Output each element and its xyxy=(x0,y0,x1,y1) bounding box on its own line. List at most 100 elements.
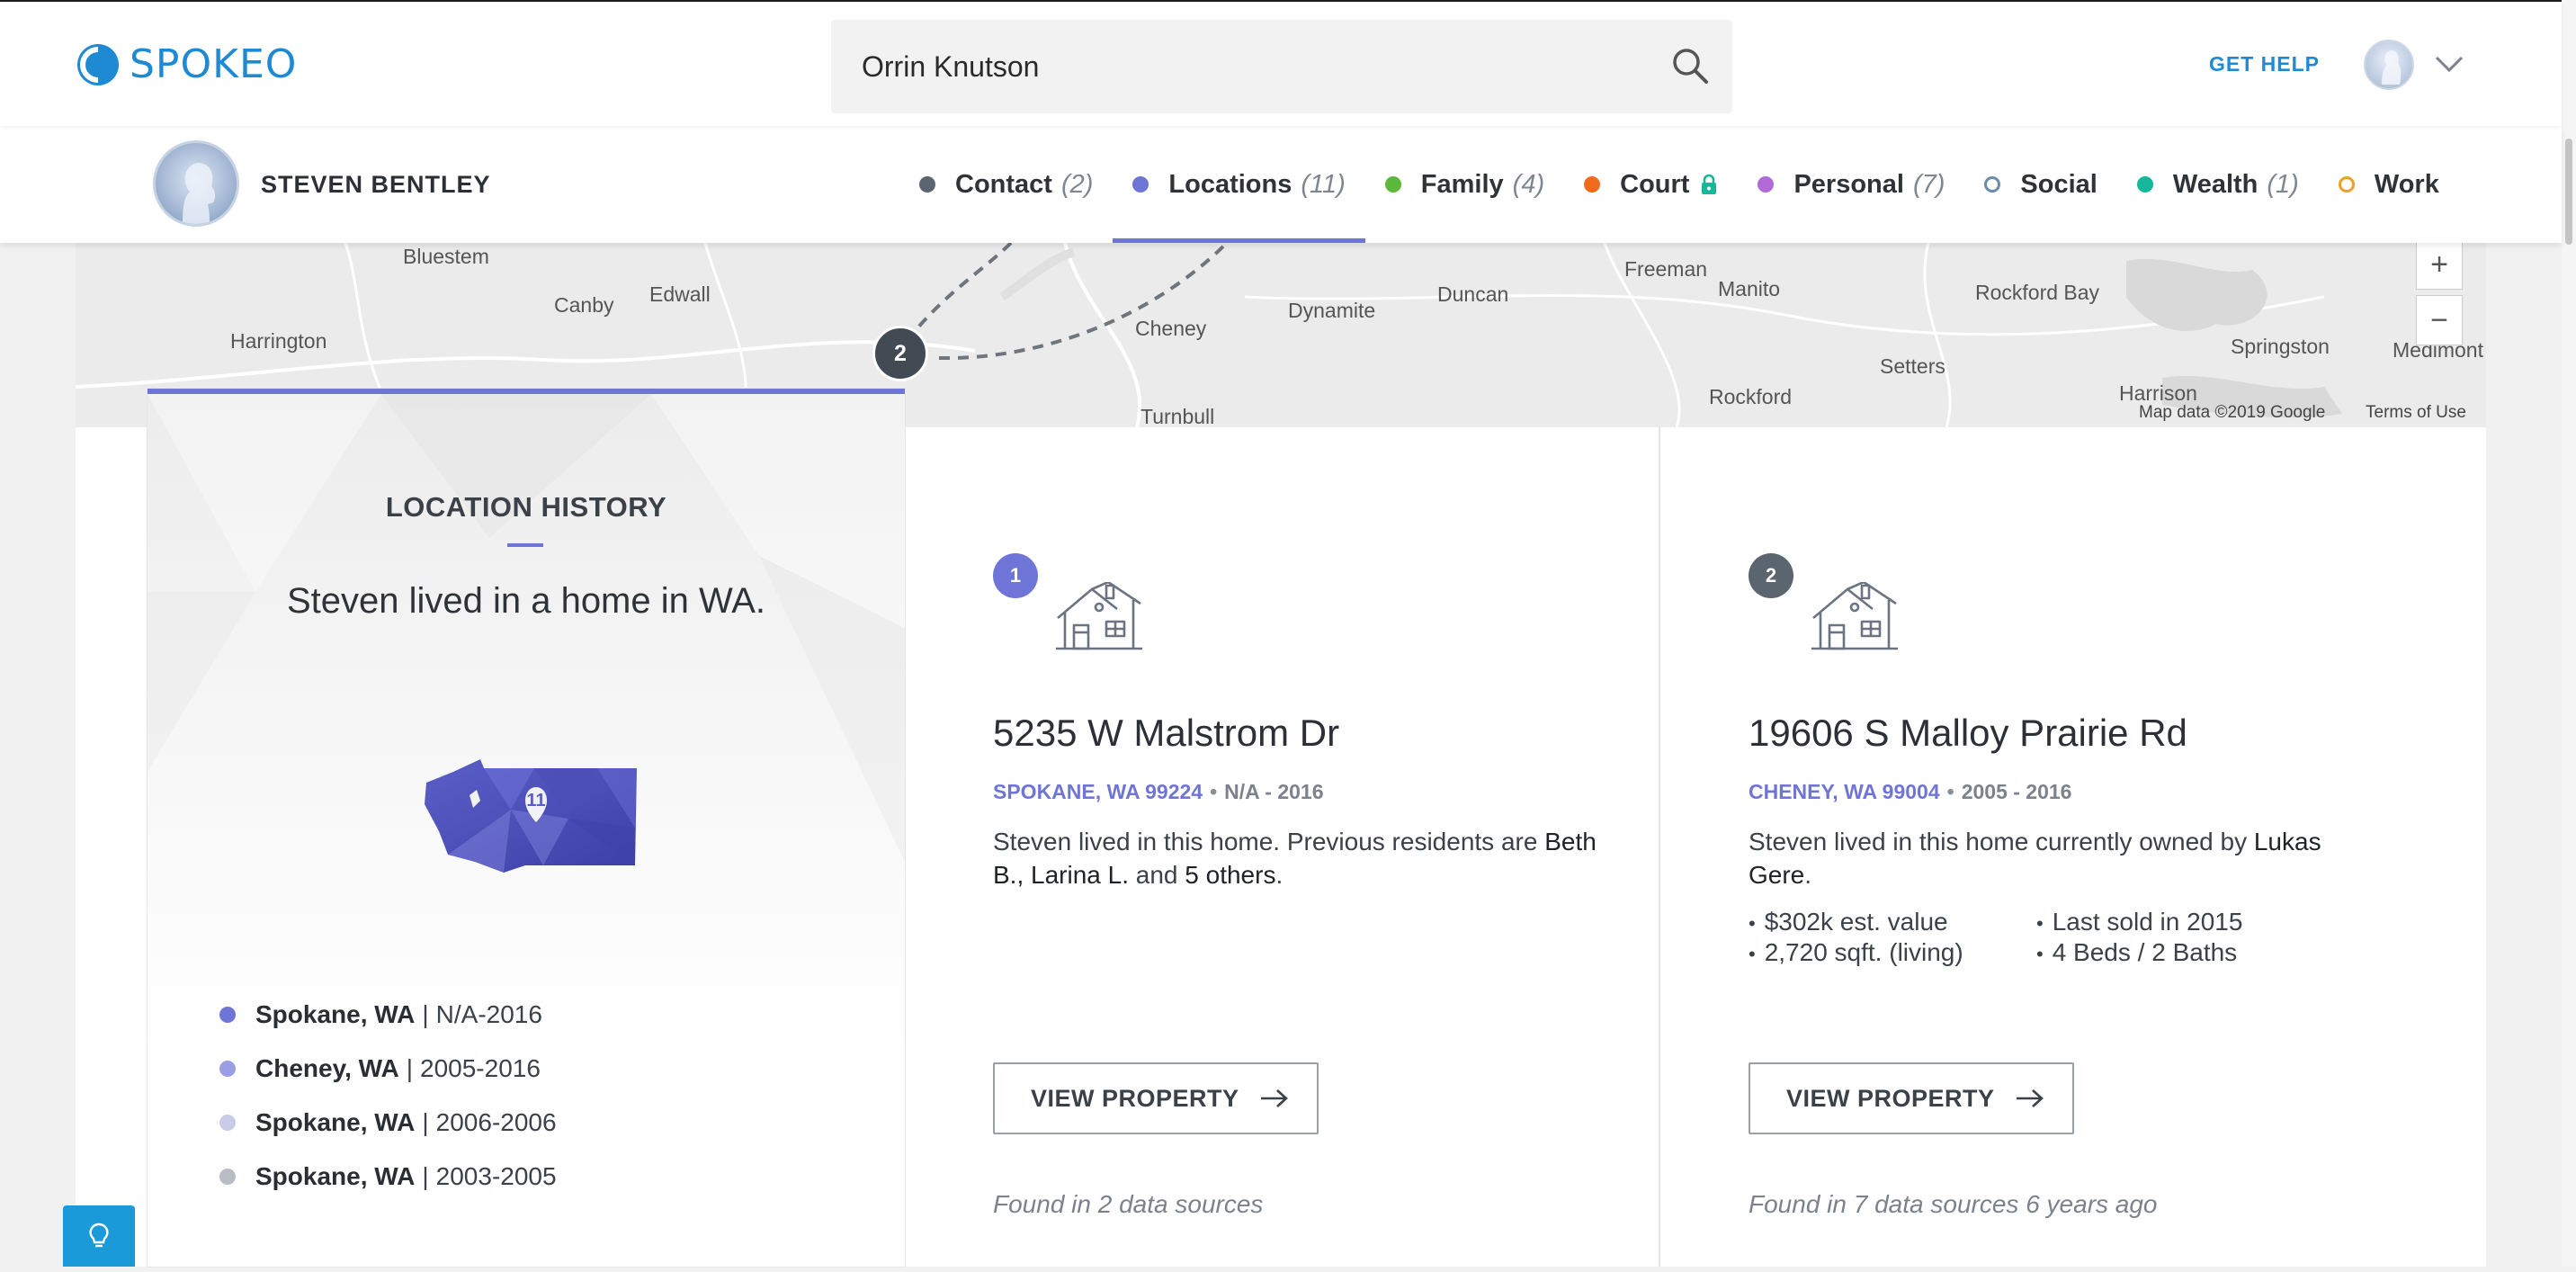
tab-count: (2) xyxy=(1060,169,1094,199)
zoom-in-button[interactable]: + xyxy=(2416,239,2463,290)
location-years: 2006-2006 xyxy=(435,1108,557,1136)
separator: | xyxy=(422,1162,429,1190)
map-label: Duncan xyxy=(1437,282,1509,306)
map-label: Springston xyxy=(2231,335,2330,358)
map-label: Manito xyxy=(1718,277,1781,300)
map-label: Cheney xyxy=(1135,317,1207,340)
property-description: Steven lived in this home. Previous resi… xyxy=(993,825,1623,891)
location-item: Spokane, WA | 2006-2006 xyxy=(219,1096,557,1150)
others-link[interactable]: 5 others xyxy=(1185,861,1275,889)
personal-dot xyxy=(1758,176,1775,193)
view-property-button[interactable]: VIEW PROPERTY xyxy=(993,1062,1319,1134)
user-avatar[interactable] xyxy=(2364,40,2414,90)
tab-court[interactable]: Court xyxy=(1564,126,1738,243)
search-input[interactable]: Orrin Knutson xyxy=(862,50,1039,84)
tab-personal[interactable]: Personal (7) xyxy=(1738,126,1964,243)
profile-nav: STEVEN BENTLEY Contact (2) Locations (11… xyxy=(0,126,2562,243)
fact-item: $302k est. value xyxy=(1749,908,2036,936)
history-title: LOCATION HISTORY xyxy=(385,491,667,523)
location-item: Spokane, WA | N/A-2016 xyxy=(219,988,557,1042)
property-number-badge: 2 xyxy=(1749,553,1793,598)
location-bullet xyxy=(219,1061,236,1077)
map-marker[interactable]: 2 xyxy=(872,326,928,381)
tab-locations[interactable]: Locations (11) xyxy=(1113,126,1366,243)
history-summary: Steven lived in a home in WA. xyxy=(286,581,766,621)
location-years: N/A-2016 xyxy=(435,1000,542,1028)
tips-button[interactable] xyxy=(63,1205,135,1267)
property-card: 2 19606 S Malloy Prairie Rd CHENEY, WA 9… xyxy=(1660,427,2414,1267)
profile-silhouette-icon xyxy=(183,163,216,224)
location-city: Spokane, WA xyxy=(255,1162,416,1190)
tab-work[interactable]: Work xyxy=(2319,126,2459,243)
get-help-link[interactable]: GET HELP xyxy=(2209,52,2320,76)
court-dot xyxy=(1584,176,1601,193)
separator: | xyxy=(422,1000,429,1028)
location-item: Cheney, WA | 2005-2016 xyxy=(219,1042,557,1096)
data-sources-note: Found in 2 data sources xyxy=(993,1190,1264,1218)
tab-label: Wealth xyxy=(2172,169,2258,199)
chevron-down-icon[interactable] xyxy=(2434,54,2464,74)
logo-text: SPOKEO xyxy=(130,41,298,87)
view-property-button[interactable]: VIEW PROPERTY xyxy=(1749,1062,2074,1134)
profile-avatar xyxy=(153,140,239,227)
search-icon[interactable] xyxy=(1671,47,1709,85)
property-meta: SPOKANE, WA 99224 • N/A - 2016 xyxy=(993,780,1324,804)
locations-dot xyxy=(1132,176,1149,193)
description-text: . xyxy=(1804,861,1812,889)
description-text: and xyxy=(1135,861,1178,889)
tab-label: Locations xyxy=(1168,169,1292,199)
social-dot xyxy=(1984,176,2001,193)
arrow-right-icon xyxy=(1260,1089,1288,1107)
search-box[interactable]: Orrin Knutson xyxy=(831,20,1732,113)
tab-count: (7) xyxy=(1912,169,1945,199)
wa-map-count: 11 xyxy=(526,791,545,811)
fact-item: 4 Beds / 2 Baths xyxy=(2036,938,2324,967)
description-text: . xyxy=(1275,861,1284,889)
property-address: 19606 S Malloy Prairie Rd xyxy=(1749,712,2187,754)
property-years: 2005 - 2016 xyxy=(1961,780,2072,803)
map-label: Edwall xyxy=(649,282,711,306)
scrollbar-thumb[interactable] xyxy=(2565,139,2572,245)
map-label: Rockford Bay xyxy=(1975,281,2100,304)
meta-separator: • xyxy=(1210,780,1218,803)
separator: | xyxy=(422,1108,429,1136)
zoom-out-button[interactable]: − xyxy=(2416,295,2463,345)
map-terms-link[interactable]: Terms of Use xyxy=(2366,403,2466,423)
property-address: 5235 W Malstrom Dr xyxy=(993,712,1340,754)
map-label: Canby xyxy=(554,293,614,317)
property-description: Steven lived in this home currently owne… xyxy=(1749,825,2378,891)
map-label: Harrington xyxy=(230,329,327,353)
map-attribution: Map data ©2019 Google xyxy=(2139,403,2326,422)
title-underline xyxy=(507,543,543,547)
location-history-card: LOCATION HISTORY Steven lived in a home … xyxy=(148,389,905,1267)
location-list: Spokane, WA | N/A-2016 Cheney, WA | 2005-201… xyxy=(219,988,557,1204)
map-label: Dynamite xyxy=(1288,299,1376,322)
contact-dot xyxy=(919,176,935,193)
spokeo-logo-icon xyxy=(77,43,119,85)
button-label: VIEW PROPERTY xyxy=(1786,1084,1995,1112)
tab-family[interactable]: Family (4) xyxy=(1365,126,1564,243)
tab-label: Social xyxy=(2020,169,2097,199)
location-years: 2005-2016 xyxy=(420,1054,541,1082)
location-city: Spokane, WA xyxy=(255,1000,416,1028)
tab-label: Work xyxy=(2374,169,2439,199)
tab-wealth[interactable]: Wealth (1) xyxy=(2117,126,2319,243)
spokeo-logo[interactable]: SPOKEO xyxy=(76,41,297,87)
tab-count: (4) xyxy=(1512,169,1545,199)
map-label: Bluestem xyxy=(403,245,489,268)
property-card: 1 5235 W Malstrom Dr SPOKANE, WA 99224 • N… xyxy=(905,427,1659,1267)
property-years: N/A - 2016 xyxy=(1224,780,1324,803)
tab-contact[interactable]: Contact (2) xyxy=(899,126,1113,243)
location-bullet xyxy=(219,1115,236,1131)
tab-label: Personal xyxy=(1793,169,1904,199)
property-number-badge: 1 xyxy=(993,553,1038,598)
washington-state-map: 11 xyxy=(425,759,637,873)
fact-item: Last sold in 2015 xyxy=(2036,908,2324,936)
tab-social[interactable]: Social xyxy=(1964,126,2116,243)
wealth-dot xyxy=(2136,176,2153,193)
work-dot xyxy=(2338,176,2355,193)
meta-separator: • xyxy=(1946,780,1954,803)
separator: | xyxy=(406,1054,414,1082)
map-label: Harrison xyxy=(2119,381,2197,405)
property-city: CHENEY, WA 99004 xyxy=(1749,780,1940,803)
